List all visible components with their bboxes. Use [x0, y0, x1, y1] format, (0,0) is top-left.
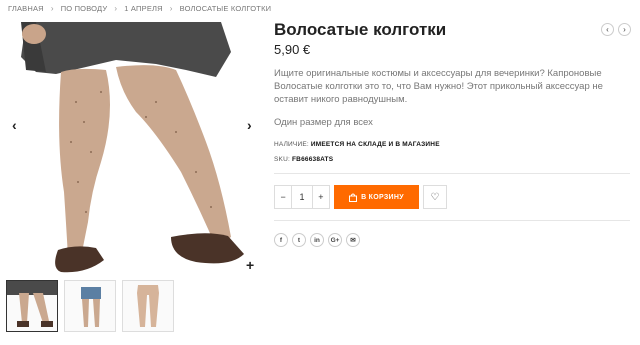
thumbnail-strip [6, 280, 174, 332]
breadcrumb-april-first[interactable]: 1 АПРЕЛЯ [124, 4, 163, 13]
prev-product-button[interactable]: ‹ [601, 23, 614, 36]
facebook-icon[interactable]: f [274, 233, 288, 247]
thumbnail-image [81, 287, 101, 327]
sku-label: SKU: [274, 156, 290, 163]
next-product-button[interactable]: › [618, 23, 631, 36]
google-plus-icon[interactable]: G+ [328, 233, 342, 247]
product-title: Волосатые колготки [274, 20, 447, 39]
chevron-right-icon: › [114, 4, 118, 13]
breadcrumb: ГЛАВНАЯ › ПО ПОВОДУ › 1 АПРЕЛЯ › ВОЛОСАТ… [8, 4, 271, 13]
product-description: Ищите оригинальные костюмы и аксессуары … [274, 68, 603, 105]
divider [274, 173, 630, 174]
product-pager: ‹ › [601, 23, 631, 36]
share-buttons: f t in G+ ✉ [274, 233, 360, 247]
chevron-right-icon: › [169, 4, 173, 13]
breadcrumb-occasion[interactable]: ПО ПОВОДУ [61, 4, 108, 13]
quantity-stepper: − 1 + [274, 185, 330, 209]
availability-label: НАЛИЧИЕ: [274, 141, 309, 148]
email-icon[interactable]: ✉ [346, 233, 360, 247]
thumbnail-image [137, 285, 159, 327]
chevron-right-icon: › [50, 4, 54, 13]
product-photo [21, 22, 244, 273]
thumbnail-image [7, 281, 57, 327]
availability: НАЛИЧИЕ: ИМЕЕТСЯ НА СКЛАДЕ И В МАГАЗИНЕ [274, 141, 440, 148]
divider [274, 220, 630, 221]
thumbnail-2[interactable] [64, 280, 116, 332]
linkedin-icon[interactable]: in [310, 233, 324, 247]
product-price: 5,90 € [274, 42, 311, 57]
quantity-decrease-button[interactable]: − [275, 192, 291, 202]
breadcrumb-current: ВОЛОСАТЫЕ КОЛГОТКИ [179, 4, 272, 13]
gallery-next-button[interactable]: › [247, 118, 252, 132]
quantity-input[interactable]: 1 [291, 186, 313, 208]
shopping-bag-icon [349, 193, 358, 202]
heart-icon: ♡ [430, 191, 440, 203]
add-to-cart-button[interactable]: В КОРЗИНУ [334, 185, 419, 209]
thumbnail-1[interactable] [6, 280, 58, 332]
wishlist-button[interactable]: ♡ [423, 185, 447, 209]
quantity-increase-button[interactable]: + [313, 192, 329, 202]
zoom-icon[interactable]: + [246, 258, 254, 272]
availability-value: ИМЕЕТСЯ НА СКЛАДЕ И В МАГАЗИНЕ [310, 141, 440, 148]
sku: SKU: FB66638ATS [274, 156, 333, 163]
thumbnail-3[interactable] [122, 280, 174, 332]
product-size: Один размер для всех [274, 117, 373, 128]
gallery-prev-button[interactable]: ‹ [12, 118, 17, 132]
add-to-cart-label: В КОРЗИНУ [361, 193, 404, 201]
twitter-icon[interactable]: t [292, 233, 306, 247]
breadcrumb-home[interactable]: ГЛАВНАЯ [8, 4, 44, 13]
product-main-image[interactable] [6, 22, 261, 275]
sku-value: FB66638ATS [292, 156, 334, 163]
